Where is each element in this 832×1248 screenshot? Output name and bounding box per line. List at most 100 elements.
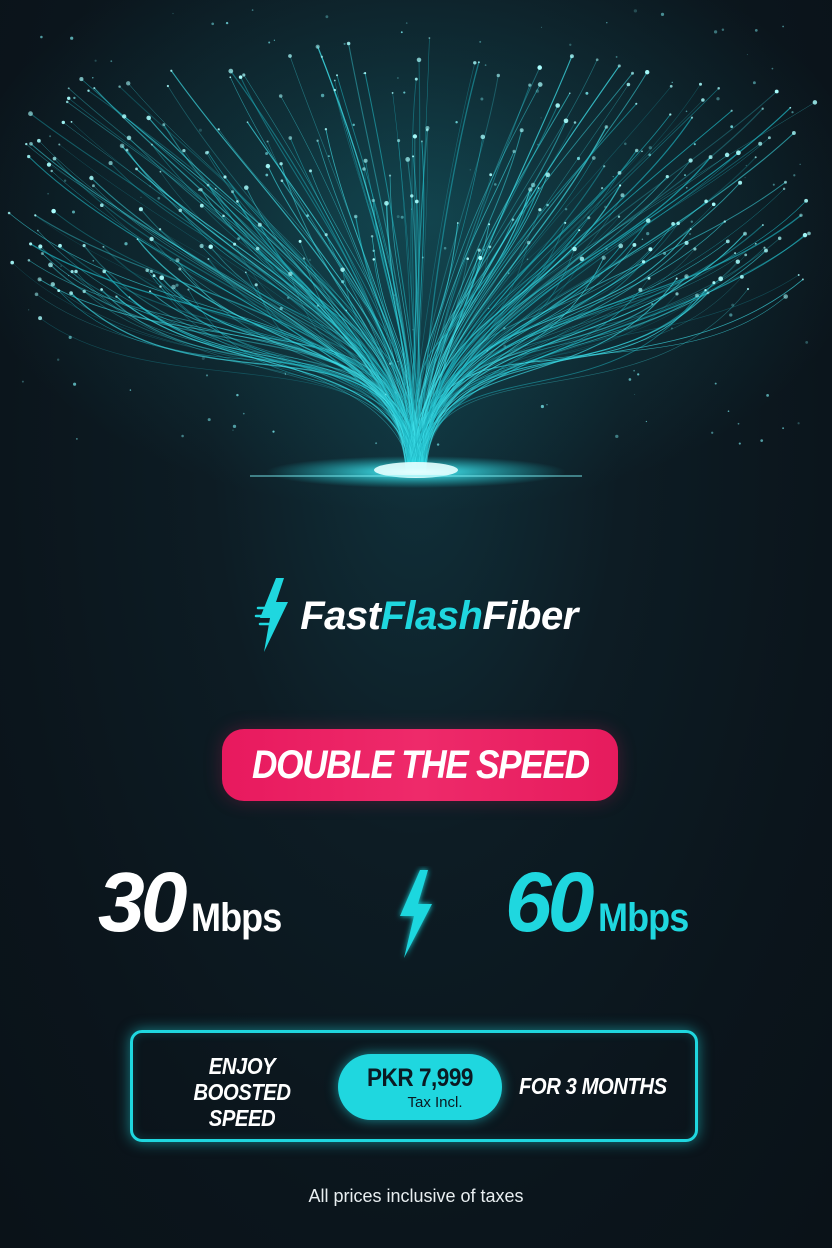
fiber-spark: [181, 434, 184, 438]
fiber-spark: [693, 143, 696, 146]
fiber-spark: [689, 228, 692, 230]
fiber-spark: [721, 28, 725, 31]
promo-poster: FastFlashFiber DOUBLE THE SPEED 30 Mbps …: [0, 0, 832, 1248]
fiber-spark: [782, 25, 784, 28]
fiber-spark: [730, 109, 733, 112]
fiber-spark: [578, 229, 581, 232]
fiber-spark: [199, 203, 204, 208]
fiber-spark: [136, 238, 139, 240]
fiber-spark: [564, 221, 567, 224]
fiber-spark: [333, 79, 336, 82]
fiber-spark: [711, 202, 716, 207]
fiber-spark: [807, 231, 811, 236]
price-amount: PKR 7,999: [366, 1064, 474, 1092]
fiber-spark: [526, 258, 529, 261]
fiber-spark: [414, 199, 419, 204]
fiber-spark: [340, 267, 345, 272]
offer-description: ENJOY BOOSTED SPEED: [157, 1053, 327, 1131]
fiber-spark: [752, 81, 756, 85]
fiber-spark: [645, 218, 651, 223]
fiber-spark: [569, 54, 574, 59]
fiber-spark: [242, 412, 245, 415]
fiber-spark: [316, 304, 320, 307]
fiber-spark: [52, 156, 57, 161]
fiber-spark: [804, 198, 809, 203]
fiber-spark: [403, 91, 406, 94]
fiber-spark: [508, 272, 510, 274]
fiber-spark: [812, 100, 818, 105]
fiber-spark: [729, 313, 733, 317]
fiber-spark: [37, 277, 42, 282]
fiber-spark: [371, 198, 375, 203]
fiber-spark: [49, 135, 52, 138]
fiber-spark: [284, 373, 287, 375]
fiber-spark: [122, 114, 127, 119]
fiber-spark: [617, 171, 622, 175]
fiber-spark: [333, 88, 336, 92]
fiber-spark: [67, 96, 71, 100]
fiber-spark: [717, 87, 720, 90]
fiber-spark: [320, 55, 324, 58]
fiber-spark: [324, 233, 328, 237]
fiber-spark: [272, 430, 275, 433]
fiber-spark: [600, 186, 604, 190]
fiber-spark: [138, 207, 143, 212]
fiber-spark: [394, 391, 397, 394]
fiber-spark: [591, 156, 596, 160]
fiber-spark: [166, 84, 170, 88]
old-speed-unit: Mbps: [191, 896, 282, 940]
fiber-spark: [124, 242, 128, 246]
fiber-spark: [178, 267, 182, 271]
fiber-spark: [716, 97, 720, 101]
fiber-spark: [605, 247, 608, 251]
fiber-spark: [364, 72, 367, 75]
fiber-spark: [528, 83, 532, 87]
fiber-spark: [641, 260, 646, 264]
fiber-spark: [477, 248, 481, 252]
fiber-spark: [782, 187, 786, 191]
fiber-spark: [372, 258, 376, 261]
fiber-spark: [27, 259, 31, 262]
fiber-spark: [669, 113, 672, 116]
fiber-spark: [57, 289, 61, 293]
fiber-spark: [108, 161, 113, 166]
fiber-spark: [341, 280, 345, 284]
fiber-spark: [205, 374, 209, 377]
fiber-spark: [630, 71, 635, 75]
fiber-spark: [306, 214, 309, 217]
fiber-spark: [483, 249, 485, 251]
fiber-spark: [754, 29, 758, 32]
fiber-spark: [618, 243, 624, 249]
fiber-spark: [802, 232, 808, 238]
fiber-spark: [388, 174, 392, 177]
fiber-spark: [537, 187, 540, 189]
fiber-spark: [782, 427, 785, 430]
fiber-spark: [254, 283, 258, 287]
fiber-spark: [545, 172, 551, 178]
fiber-spark: [480, 97, 484, 101]
fiber-spark: [651, 302, 654, 306]
fiber-spark: [397, 139, 401, 143]
fiber-spark: [612, 175, 614, 178]
fiber-spark: [568, 92, 571, 95]
fiber-spark: [370, 235, 374, 238]
fiber-spark: [230, 190, 235, 194]
fiber-spark: [225, 21, 229, 25]
fiber-spark: [604, 125, 609, 129]
fiber-spark: [771, 67, 774, 70]
fiber-spark: [207, 418, 211, 422]
fiber-spark: [57, 358, 60, 361]
fiber-spark: [25, 142, 28, 146]
fiber-spark: [708, 155, 713, 160]
fiber-spark: [754, 242, 757, 245]
fiber-spark: [21, 380, 24, 383]
fiber-spark: [162, 123, 166, 127]
footnote: All prices inclusive of taxes: [308, 1186, 524, 1206]
fiber-spark: [735, 259, 740, 264]
fiber-spark: [279, 162, 283, 166]
fiber-spark: [772, 183, 775, 186]
fiber-spark: [455, 121, 458, 124]
fiber-spark: [346, 41, 351, 46]
fiber-spark: [615, 434, 619, 439]
fiber-spark: [479, 40, 482, 43]
